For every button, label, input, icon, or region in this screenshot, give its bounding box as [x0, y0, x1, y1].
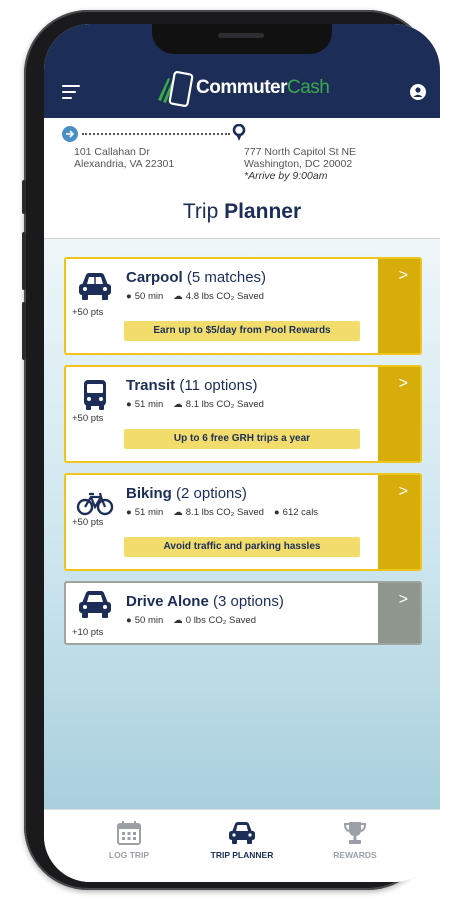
route-summary: 101 Callahan Dr Alexandria, VA 22301 777…: [44, 118, 440, 239]
route-dotted-line: [82, 133, 230, 135]
cloud-icon: ☁: [173, 507, 183, 518]
origin-address: 101 Callahan Dr Alexandria, VA 22301: [74, 146, 174, 170]
trip-option-drive-alone[interactable]: > +10 pts Drive Alone (3 options) ● 50 mi…: [64, 581, 422, 645]
clock-icon: ●: [126, 399, 132, 410]
clock-icon: ●: [126, 291, 132, 302]
phone-volume-up: [22, 232, 26, 290]
cloud-icon: ☁: [173, 615, 183, 626]
speaker-grille: [218, 33, 264, 38]
trip-option-transit[interactable]: > +50 pts Transit (11 options) ● 51 min ☁…: [64, 365, 422, 463]
option-stats: ● 50 min ☁ 4.8 lbs CO₂ Saved: [126, 291, 264, 302]
drive-alone-car-icon: [79, 591, 111, 618]
trip-options-area: > +50 pts Carpool (5 matches) ● 50 min ☁ 4…: [44, 239, 440, 809]
bottom-tab-bar: LOG TRIP TRIP PLANNER REWARDS: [44, 809, 440, 882]
app-header: CommuterCash: [44, 24, 440, 118]
phone-volume-down: [22, 302, 26, 360]
chevron-right-icon: >: [398, 267, 408, 284]
car-icon: [229, 822, 255, 844]
destination-address: 777 North Capitol St NE Washington, DC 2…: [244, 146, 356, 182]
transit-bus-icon: [84, 380, 106, 410]
option-points: +50 pts: [72, 413, 104, 424]
clock-icon: ●: [126, 507, 132, 518]
clock-icon: ●: [126, 615, 132, 626]
chevron-right-icon: >: [398, 591, 408, 608]
commuter-cash-logo: CommuterCash: [154, 68, 330, 108]
option-stats: ● 51 min ☁ 8.1 lbs CO₂ Saved ● 612 cals: [126, 507, 319, 518]
chevron-right-icon: >: [398, 375, 408, 392]
arrive-by-note: *Arrive by 9:00am: [244, 170, 328, 182]
destination-city: Washington, DC 20002: [244, 158, 353, 170]
option-points: +50 pts: [72, 517, 104, 528]
cloud-icon: ☁: [173, 291, 183, 302]
origin-street: 101 Callahan Dr: [74, 146, 150, 158]
page-title: Trip Planner: [182, 200, 302, 223]
option-arrow-bar: >: [378, 475, 420, 569]
option-title: Biking (2 options): [126, 485, 247, 502]
tab-rewards[interactable]: REWARDS: [310, 820, 400, 860]
destination-street: 777 North Capitol St NE: [244, 146, 357, 158]
option-arrow-bar: >: [378, 367, 420, 461]
tab-label: TRIP PLANNER: [210, 850, 274, 860]
phone-side-button: [22, 180, 26, 214]
option-stats: ● 51 min ☁ 8.1 lbs CO₂ Saved: [126, 399, 264, 410]
option-promo-banner: Up to 6 free GRH trips a year: [124, 429, 360, 449]
logo-wordmark: CommuterCash: [196, 77, 330, 98]
option-stats: ● 50 min ☁ 0 lbs CO₂ Saved: [126, 615, 256, 626]
tab-trip-planner[interactable]: TRIP PLANNER: [197, 820, 287, 860]
option-promo-banner: Earn up to $5/day from Pool Rewards: [124, 321, 360, 341]
bicycle-icon: [76, 492, 114, 516]
option-points: +50 pts: [72, 307, 104, 318]
destination-pin-icon: [232, 124, 246, 141]
tab-label: REWARDS: [333, 850, 377, 860]
trophy-icon: [343, 822, 367, 844]
option-arrow-bar: >: [378, 583, 420, 643]
trip-option-carpool[interactable]: > +50 pts Carpool (5 matches) ● 50 min ☁ 4…: [64, 257, 422, 355]
tab-log-trip[interactable]: LOG TRIP: [84, 820, 174, 860]
option-promo-banner: Avoid traffic and parking hassles: [124, 537, 360, 557]
option-points: +10 pts: [72, 627, 104, 638]
phone-notch: [152, 24, 332, 54]
trip-option-biking[interactable]: > +50 pts Biking (2 options) ● 51 min ☁ 8.…: [64, 473, 422, 571]
tab-label: LOG TRIP: [108, 850, 150, 860]
option-title: Drive Alone (3 options): [126, 593, 284, 610]
option-title: Carpool (5 matches): [126, 269, 267, 286]
carpool-car-icon: [79, 273, 111, 300]
origin-city: Alexandria, VA 22301: [74, 158, 175, 170]
cloud-icon: ☁: [173, 399, 183, 410]
app-screen: CommuterCash 101 Callahan Dr Alexandria,…: [44, 24, 440, 882]
origin-marker-icon: [62, 126, 78, 142]
flame-icon: ●: [273, 507, 280, 518]
option-arrow-bar: >: [378, 259, 420, 353]
chevron-right-icon: >: [398, 483, 408, 500]
option-title: Transit (11 options): [126, 377, 258, 394]
phone-cash-logo-icon: [158, 71, 194, 107]
calendar-icon: [117, 821, 141, 845]
user-account-icon[interactable]: [410, 84, 426, 100]
hamburger-menu-icon[interactable]: [62, 84, 82, 100]
